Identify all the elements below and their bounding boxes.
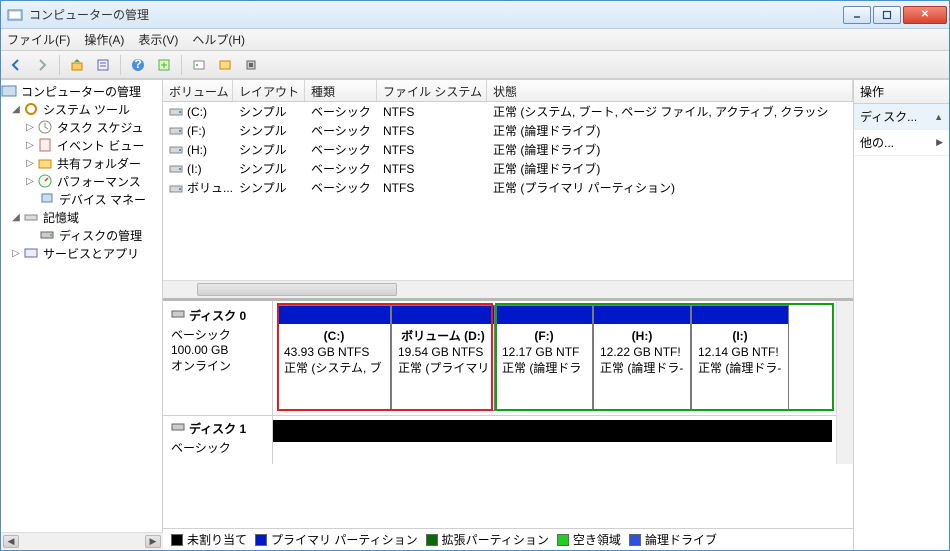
- tree-devmgr[interactable]: デバイス マネー: [1, 190, 162, 208]
- disk-icon: [171, 420, 185, 437]
- close-button[interactable]: ✕: [903, 6, 947, 24]
- disk1-row[interactable]: ディスク 1 ベーシック: [163, 416, 836, 464]
- tree-root[interactable]: コンピューターの管理: [1, 82, 162, 100]
- partition[interactable]: (I:)12.14 GB NTF!正常 (論理ドラ-: [691, 305, 789, 411]
- back-button[interactable]: [5, 54, 27, 76]
- col-volume[interactable]: ボリューム: [163, 80, 233, 101]
- scroll-left-button[interactable]: ◀: [3, 535, 19, 548]
- minimize-button[interactable]: [843, 6, 871, 24]
- disk0-info: ディスク 0 ベーシック 100.00 GB オンライン: [163, 301, 273, 415]
- col-type[interactable]: 種類: [305, 80, 377, 101]
- volume-list-header: ボリューム レイアウト 種類 ファイル システム 状態: [163, 80, 853, 102]
- tree-task[interactable]: ▷タスク スケジュ: [1, 118, 162, 136]
- volume-row[interactable]: (H:)シンプルベーシックNTFS正常 (論理ドライブ): [163, 140, 853, 159]
- menu-file[interactable]: ファイル(F): [7, 31, 70, 48]
- forward-button[interactable]: [31, 54, 53, 76]
- svg-text:?: ?: [134, 58, 141, 71]
- tree-perf[interactable]: ▷パフォーマンス: [1, 172, 162, 190]
- tree-systools[interactable]: ◢システム ツール: [1, 100, 162, 118]
- legend: 未割り当て プライマリ パーティション 拡張パーティション 空き領域 論理ドライ…: [163, 528, 853, 550]
- tree-diskmgmt[interactable]: ディスクの管理: [1, 226, 162, 244]
- center-pane: ボリューム レイアウト 種類 ファイル システム 状態 (C:)シンプルベーシッ…: [163, 80, 853, 550]
- menu-view[interactable]: 表示(V): [138, 31, 178, 48]
- disk-pane[interactable]: ディスク 0 ベーシック 100.00 GB オンライン (C:)43.93 G…: [163, 298, 853, 528]
- disk-vscroll[interactable]: [836, 301, 853, 464]
- col-status[interactable]: 状態: [487, 80, 853, 101]
- volume-list[interactable]: (C:)シンプルベーシックNTFS正常 (システム, ブート, ページ ファイル…: [163, 102, 853, 280]
- action-disk[interactable]: ディスク...▲: [854, 104, 949, 130]
- menu-action[interactable]: 操作(A): [84, 31, 124, 48]
- partition[interactable]: (H:)12.22 GB NTF!正常 (論理ドラ-: [593, 305, 691, 411]
- refresh-button[interactable]: [153, 54, 175, 76]
- disk1-unallocated[interactable]: [273, 420, 832, 442]
- tool-icon-1[interactable]: [188, 54, 210, 76]
- volume-row[interactable]: (I:)シンプルベーシックNTFS正常 (論理ドライブ): [163, 159, 853, 178]
- maximize-button[interactable]: [873, 6, 901, 24]
- disk0-map: (C:)43.93 GB NTFS正常 (システム, ブボリューム (D:)19…: [273, 301, 836, 415]
- actions-header: 操作: [854, 80, 949, 104]
- volume-row[interactable]: (F:)シンプルベーシックNTFS正常 (論理ドライブ): [163, 121, 853, 140]
- properties-button[interactable]: [92, 54, 114, 76]
- menu-help[interactable]: ヘルプ(H): [192, 31, 245, 48]
- scrollbar-thumb[interactable]: [197, 283, 397, 296]
- tool-icon-2[interactable]: [214, 54, 236, 76]
- tree-hscroll[interactable]: ◀ ▶: [1, 532, 163, 550]
- tree-event[interactable]: ▷イベント ビュー: [1, 136, 162, 154]
- col-fs[interactable]: ファイル システム: [377, 80, 487, 101]
- col-layout[interactable]: レイアウト: [233, 80, 305, 101]
- titlebar[interactable]: コンピューターの管理 ✕: [1, 1, 949, 29]
- tree-shared[interactable]: ▷共有フォルダー: [1, 154, 162, 172]
- help-button[interactable]: ?: [127, 54, 149, 76]
- app-icon: [7, 7, 23, 23]
- window-root: コンピューターの管理 ✕ ファイル(F) 操作(A) 表示(V) ヘルプ(H) …: [0, 0, 950, 551]
- disk1-info: ディスク 1 ベーシック: [163, 416, 273, 464]
- tree-pane[interactable]: コンピューターの管理 ◢システム ツール ▷タスク スケジュ ▷イベント ビュー…: [1, 80, 163, 550]
- toolbar: ?: [1, 51, 949, 79]
- scroll-right-button[interactable]: ▶: [145, 535, 161, 548]
- disk0-row[interactable]: ディスク 0 ベーシック 100.00 GB オンライン (C:)43.93 G…: [163, 301, 836, 416]
- actions-pane: 操作 ディスク...▲ 他の...▶: [853, 80, 949, 550]
- menubar: ファイル(F) 操作(A) 表示(V) ヘルプ(H): [1, 29, 949, 51]
- volume-row[interactable]: (C:)シンプルベーシックNTFS正常 (システム, ブート, ページ ファイル…: [163, 102, 853, 121]
- partition[interactable]: (C:)43.93 GB NTFS正常 (システム, ブ: [277, 305, 391, 411]
- action-other[interactable]: 他の...▶: [854, 130, 949, 156]
- partition[interactable]: (F:)12.17 GB NTF正常 (論理ドラ: [495, 305, 593, 411]
- volume-row[interactable]: ボリュ...シンプルベーシックNTFS正常 (プライマリ パーティション): [163, 178, 853, 197]
- up-button[interactable]: [66, 54, 88, 76]
- partition[interactable]: ボリューム (D:)19.54 GB NTFS正常 (プライマリ: [391, 305, 495, 411]
- tree-services[interactable]: ▷サービスとアプリ: [1, 244, 162, 262]
- disk-icon: [171, 307, 185, 324]
- tool-icon-3[interactable]: [240, 54, 262, 76]
- window-title: コンピューターの管理: [29, 6, 843, 23]
- tree-storage[interactable]: ◢記憶域: [1, 208, 162, 226]
- list-hscroll[interactable]: [163, 280, 853, 298]
